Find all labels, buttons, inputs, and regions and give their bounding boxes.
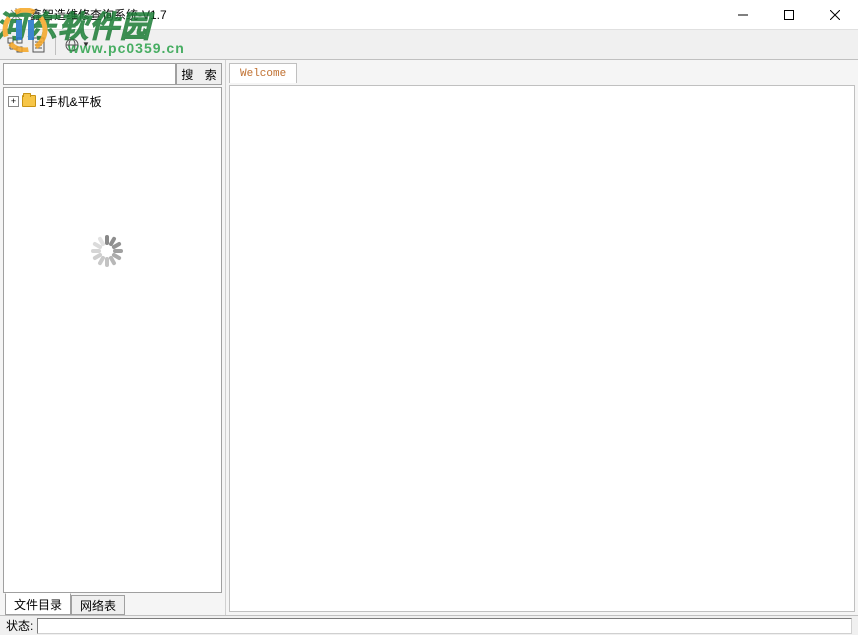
toolbar-separator	[55, 35, 56, 55]
maximize-button[interactable]	[766, 0, 812, 30]
toolbar-tree-button[interactable]	[4, 34, 26, 56]
search-button[interactable]: 搜 索	[176, 63, 222, 85]
search-input[interactable]	[3, 63, 176, 85]
status-field	[37, 618, 852, 634]
globe-icon	[64, 37, 80, 53]
close-button[interactable]	[812, 0, 858, 30]
tree-item[interactable]: + 1手机&平板	[6, 92, 219, 110]
folder-icon	[22, 95, 36, 107]
minimize-button[interactable]	[720, 0, 766, 30]
tab-net-table[interactable]: 网络表	[71, 595, 125, 615]
tree-item-label: 1手机&平板	[39, 93, 102, 110]
status-label: 状态:	[6, 617, 33, 634]
content-body	[229, 85, 855, 612]
titlebar: 鑫智造维修查询系统-V1.7	[0, 0, 858, 30]
tab-welcome[interactable]: Welcome	[229, 63, 297, 83]
expand-icon[interactable]: +	[8, 96, 19, 107]
content-tabstrip: Welcome	[229, 63, 855, 85]
app-icon	[8, 7, 24, 23]
toolbar-globe-dropdown[interactable]: ▼	[61, 34, 93, 56]
content-area: Welcome	[226, 60, 858, 615]
statusbar: 状态:	[0, 615, 858, 635]
file-tree[interactable]: + 1手机&平板	[3, 87, 222, 593]
loading-spinner-icon	[89, 233, 125, 269]
tree-icon	[7, 37, 23, 53]
document-icon	[32, 37, 46, 53]
toolbar: ▼	[0, 30, 858, 60]
sidebar-tabs: 文件目录 网络表	[3, 593, 222, 615]
tab-file-directory[interactable]: 文件目录	[5, 593, 71, 615]
toolbar-doc-button[interactable]	[28, 34, 50, 56]
sidebar: 搜 索 + 1手机&平板 文件目录 网络表	[0, 60, 226, 615]
chevron-down-icon: ▼	[82, 40, 90, 49]
